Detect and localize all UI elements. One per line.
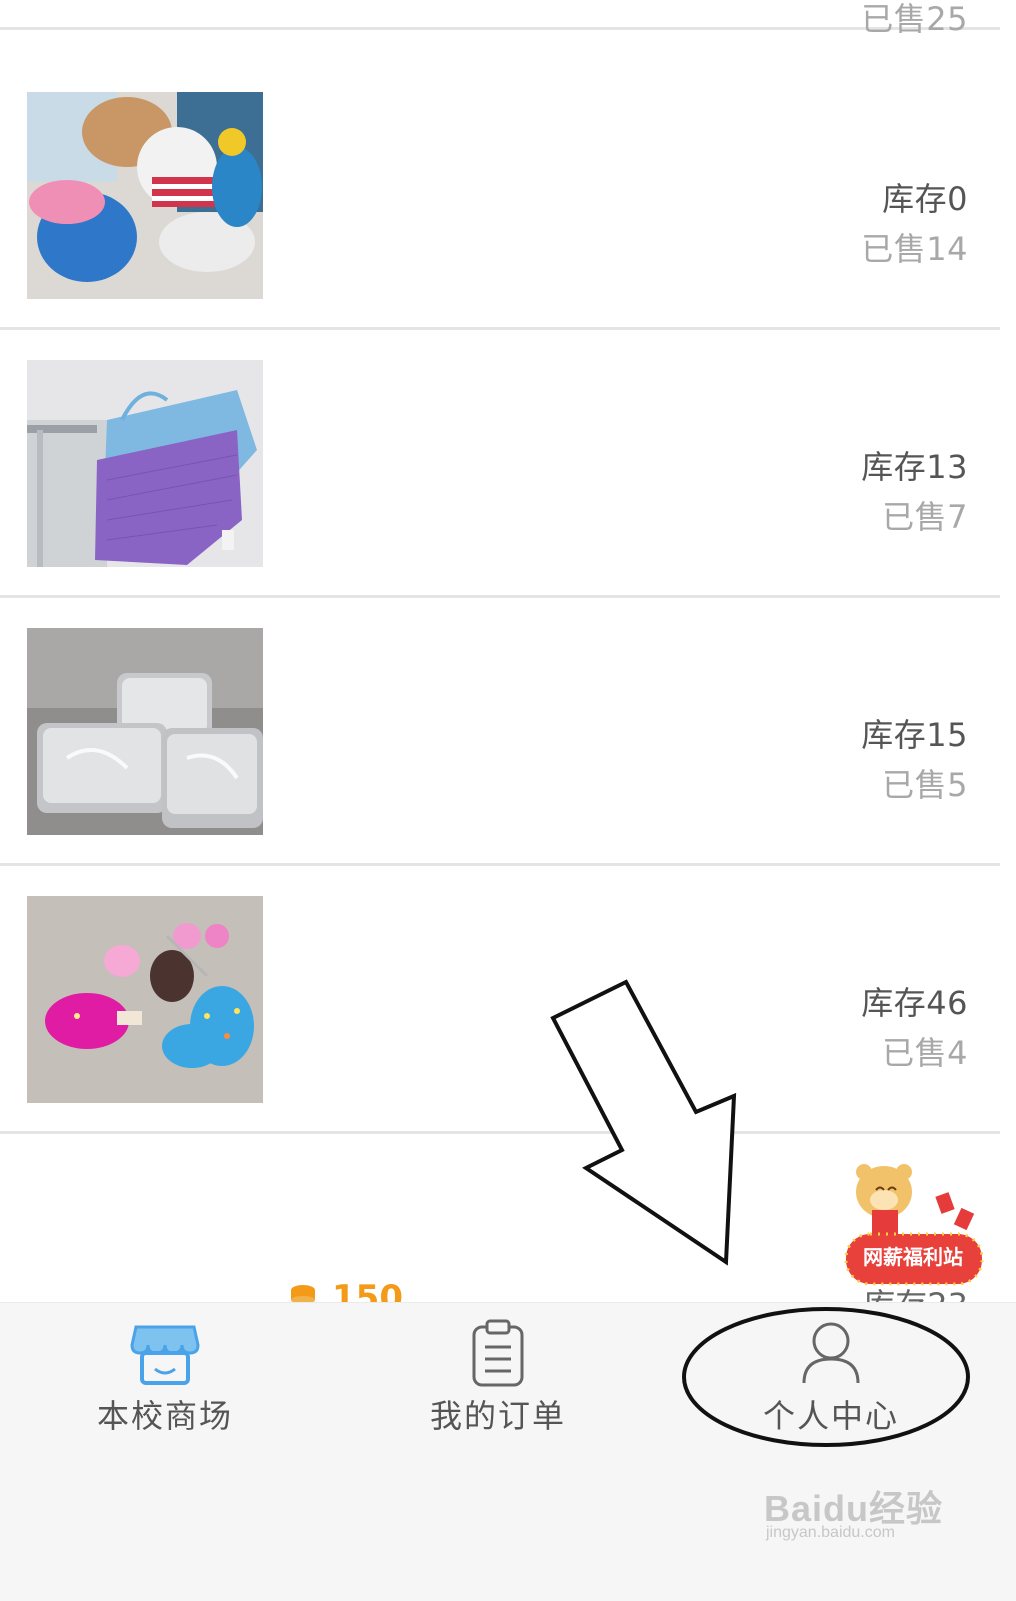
coin-icon bbox=[291, 1285, 315, 1304]
tab-campus-store[interactable]: 本校商场 bbox=[0, 1303, 330, 1443]
earphones-image bbox=[27, 628, 263, 835]
product-item[interactable]: 库存0 已售14 bbox=[0, 62, 1000, 330]
product-image bbox=[27, 92, 263, 299]
tab-personal-center[interactable]: 个人中心 bbox=[666, 1303, 996, 1443]
sold-count: 已售5 bbox=[882, 766, 968, 804]
product-image bbox=[27, 360, 263, 567]
bottom-tab-bar: 本校商场 我的订单 个人中心 bbox=[0, 1302, 1016, 1601]
user-icon bbox=[802, 1322, 860, 1384]
clipboard-icon bbox=[472, 1319, 524, 1387]
tab-label: 我的订单 bbox=[429, 1397, 566, 1435]
welfare-badge-label[interactable]: 网薪福利站 bbox=[846, 1240, 980, 1274]
tab-label: 个人中心 bbox=[762, 1397, 899, 1435]
ice-cream-keychains-image bbox=[27, 896, 263, 1103]
store-icon bbox=[130, 1325, 200, 1385]
product-item[interactable]: 库存46 已售4 bbox=[0, 866, 1000, 1134]
product-item[interactable]: 库存15 已售5 bbox=[0, 598, 1000, 866]
watermark: Baidu经验 jingyan.baidu.com bbox=[760, 1480, 960, 1550]
mesh-basket-image bbox=[27, 360, 263, 567]
product-image bbox=[27, 896, 263, 1103]
product-image bbox=[27, 628, 263, 835]
product-item[interactable]: 已售25 bbox=[0, 0, 1000, 38]
product-item[interactable]: 库存13 已售7 bbox=[0, 330, 1000, 598]
sold-count: 已售25 bbox=[861, 0, 968, 38]
sold-count: 已售14 bbox=[861, 230, 968, 268]
watermark-url: jingyan.baidu.com bbox=[766, 1524, 895, 1541]
tab-my-orders[interactable]: 我的订单 bbox=[333, 1303, 663, 1443]
sold-count: 已售4 bbox=[882, 1034, 968, 1072]
stock-count: 库存15 bbox=[861, 716, 968, 754]
stock-count: 库存46 bbox=[861, 984, 968, 1022]
stock-count: 库存13 bbox=[861, 448, 968, 486]
tab-label: 本校商场 bbox=[96, 1397, 233, 1435]
plush-toys-image bbox=[27, 92, 263, 299]
stock-count: 库存0 bbox=[882, 180, 968, 218]
sold-count: 已售7 bbox=[882, 498, 968, 536]
